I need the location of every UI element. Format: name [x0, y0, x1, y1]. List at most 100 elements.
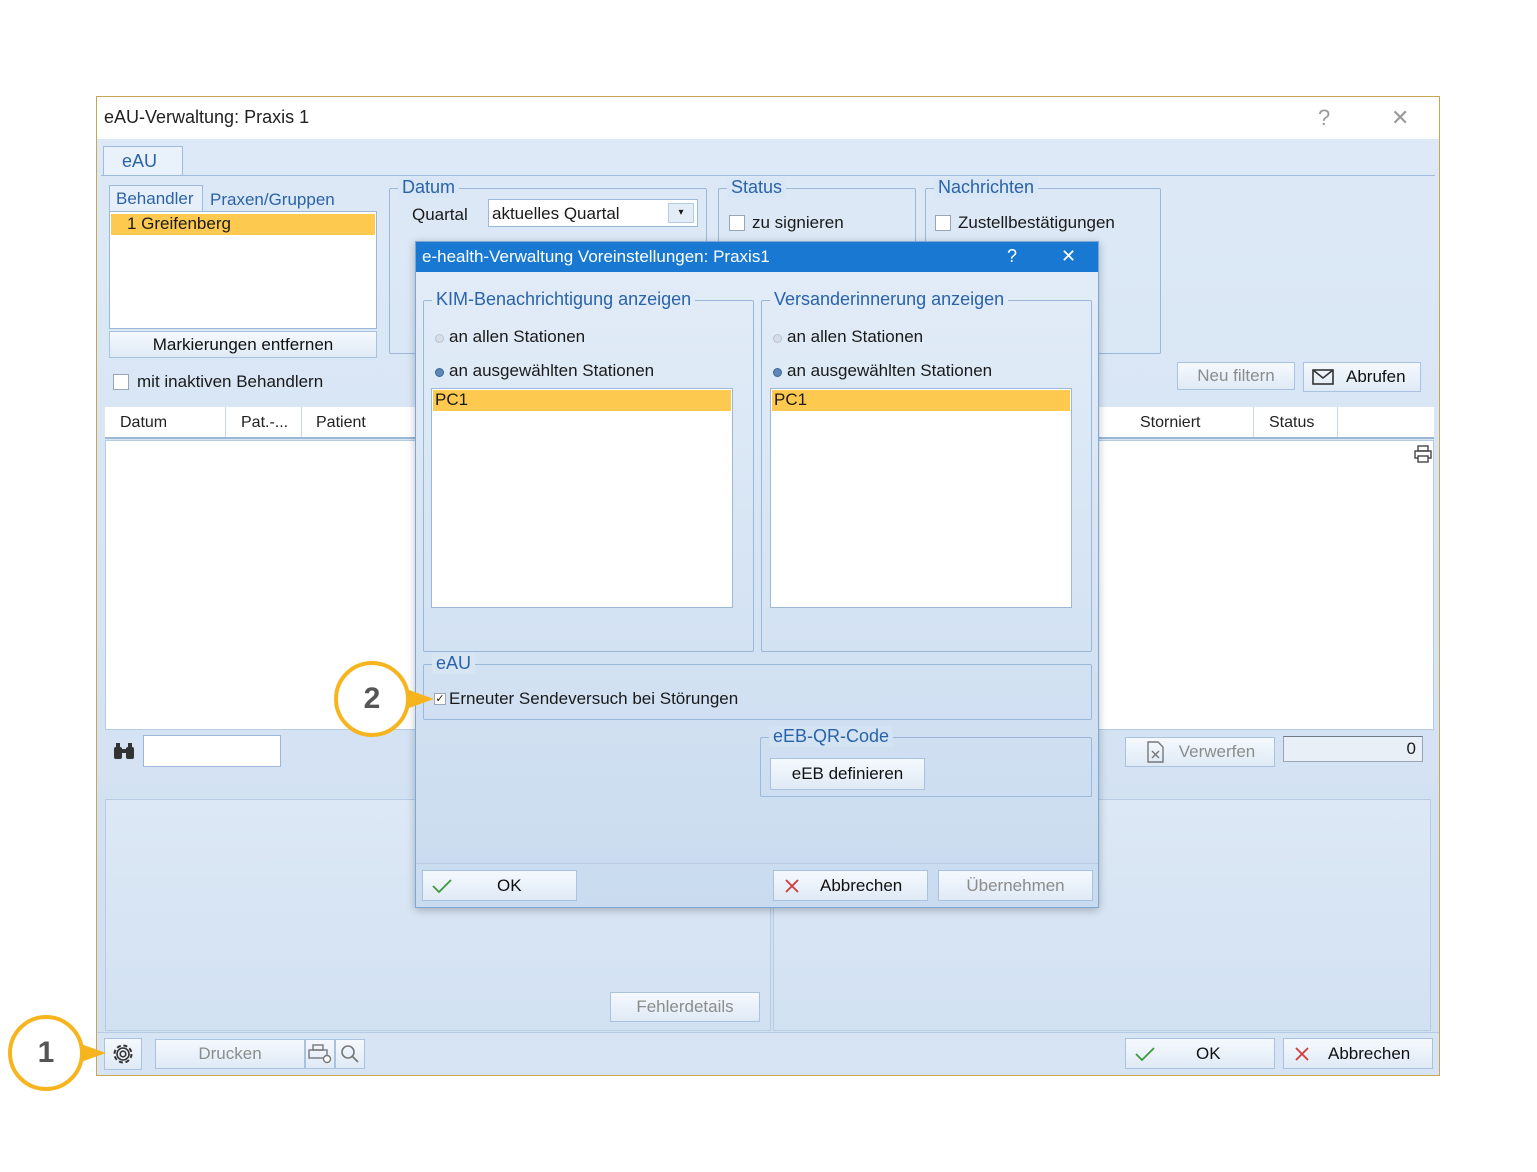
list-item[interactable]: PC1: [433, 390, 731, 411]
chevron-down-icon[interactable]: ▾: [668, 203, 694, 223]
column-separator: [1253, 407, 1254, 437]
markierungen-entfernen-label: Markierungen entfernen: [152, 334, 334, 354]
dialog-abbrechen-button[interactable]: Abbrechen: [773, 870, 928, 901]
tab-behandler-label: Behandler: [116, 189, 194, 208]
abbrechen-label: Abbrechen: [1328, 1043, 1411, 1063]
eeb-group: eEB-QR-Code eEB definieren: [760, 726, 1092, 797]
preferences-dialog: e-health-Verwaltung Voreinstellungen: Pr…: [415, 241, 1099, 908]
inactive-behandler-checkbox[interactable]: [113, 374, 129, 390]
versand-selected-label: an ausgewählten Stationen: [787, 361, 993, 380]
verwerfen-label: Verwerfen: [1178, 742, 1256, 761]
quartal-select[interactable]: aktuelles Quartal ▾: [488, 199, 698, 227]
fehlerdetails-button[interactable]: Fehlerdetails: [610, 992, 760, 1022]
kim-all-radio[interactable]: [435, 334, 444, 343]
zu-signieren-checkbox[interactable]: [729, 215, 745, 231]
print-settings-button[interactable]: [305, 1039, 335, 1069]
window-title: eAU-Verwaltung: Praxis 1: [104, 107, 310, 127]
versand-all-label: an allen Stationen: [787, 327, 924, 346]
table-header-right: Storniert Status: [1099, 407, 1434, 439]
status-legend: Status: [727, 177, 787, 198]
nachrichten-legend: Nachrichten: [934, 177, 1039, 198]
column-patient[interactable]: Patient: [316, 414, 366, 432]
printer-icon[interactable]: [1414, 445, 1432, 463]
markierungen-entfernen-button[interactable]: Markierungen entfernen: [109, 331, 377, 358]
help-icon[interactable]: ?: [1318, 105, 1330, 131]
column-separator: [225, 407, 226, 437]
dialog-divider: [416, 863, 1098, 864]
table-header-left: Datum Pat.-... Patient: [105, 407, 435, 439]
behandler-list[interactable]: 1 Greifenberg: [109, 211, 377, 329]
column-pat-nr[interactable]: Pat.-...: [241, 414, 288, 432]
abrufen-label: Abrufen: [1346, 367, 1406, 386]
kim-station-list[interactable]: PC1: [431, 388, 733, 608]
printer-settings-icon: [308, 1044, 332, 1064]
quartal-value: aktuelles Quartal: [492, 204, 620, 223]
print-preview-button[interactable]: [335, 1039, 365, 1069]
checkmark-icon: [432, 878, 452, 893]
versand-station-list[interactable]: PC1: [770, 388, 1072, 608]
binoculars-icon[interactable]: [113, 742, 135, 760]
versand-legend: Versanderinnerung anzeigen: [770, 289, 1009, 310]
neu-filtern-button[interactable]: Neu filtern: [1177, 362, 1295, 390]
quartal-label: Quartal: [412, 205, 468, 224]
dialog-help-icon[interactable]: ?: [1007, 246, 1017, 267]
tab-eau-label: eAU: [122, 151, 158, 171]
abbrechen-button[interactable]: Abbrechen: [1283, 1038, 1433, 1069]
dialog-uebernehmen-label: Übernehmen: [966, 875, 1065, 895]
checkmark-icon: [1135, 1046, 1155, 1061]
kim-all-label: an allen Stationen: [449, 327, 586, 346]
title-bar: eAU-Verwaltung: Praxis 1 ? ✕: [97, 97, 1439, 139]
magnifier-icon: [341, 1045, 359, 1063]
dialog-abbrechen-label: Abbrechen: [820, 875, 903, 895]
dialog-uebernehmen-button[interactable]: Übernehmen: [938, 870, 1093, 901]
search-input[interactable]: [143, 735, 281, 767]
callout-1: 1: [8, 1015, 84, 1091]
versand-group: Versanderinnerung anzeigen an allen Stat…: [761, 289, 1092, 652]
tab-border: [101, 175, 1435, 176]
column-storniert[interactable]: Storniert: [1140, 414, 1200, 432]
column-status[interactable]: Status: [1269, 414, 1314, 432]
kim-selected-label: an ausgewählten Stationen: [449, 361, 655, 380]
column-separator: [301, 407, 302, 437]
cross-icon: [785, 878, 799, 893]
datum-legend: Datum: [398, 177, 460, 198]
kim-selected-radio[interactable]: [435, 368, 444, 377]
versand-selected-radio[interactable]: [773, 368, 782, 377]
list-item[interactable]: PC1: [772, 390, 1070, 411]
tab-praxen-gruppen[interactable]: Praxen/Gruppen: [210, 190, 335, 210]
dialog-title-bar: e-health-Verwaltung Voreinstellungen: Pr…: [416, 242, 1098, 272]
dialog-ok-button[interactable]: OK: [422, 870, 577, 901]
eeb-definieren-label: eEB definieren: [791, 764, 904, 783]
column-separator: [1337, 407, 1338, 437]
retry-label: Erneuter Sendeversuch bei Störungen: [449, 689, 739, 708]
zu-signieren-label: zu signieren: [752, 213, 844, 232]
ok-button[interactable]: OK: [1125, 1038, 1275, 1069]
ok-label: OK: [1196, 1043, 1221, 1063]
fehlerdetails-label: Fehlerdetails: [636, 997, 734, 1016]
kim-group: KIM-Benachrichtigung anzeigen an allen S…: [423, 289, 754, 652]
envelope-icon: [1312, 369, 1334, 385]
eeb-definieren-button[interactable]: eEB definieren: [770, 758, 925, 790]
drucken-button[interactable]: Drucken: [155, 1039, 305, 1069]
tab-behandler[interactable]: Behandler: [109, 185, 203, 213]
dialog-close-icon[interactable]: ✕: [1061, 246, 1076, 267]
drucken-label: Drucken: [198, 1044, 262, 1063]
eeb-legend: eEB-QR-Code: [769, 726, 894, 747]
abrufen-button[interactable]: Abrufen: [1303, 362, 1421, 392]
versand-all-radio[interactable]: [773, 334, 782, 343]
close-icon[interactable]: ✕: [1391, 105, 1409, 131]
gear-icon: [113, 1044, 133, 1064]
eau-legend: eAU: [432, 653, 476, 674]
zustellbestaetigungen-label: Zustellbestätigungen: [958, 213, 1115, 232]
dialog-title: e-health-Verwaltung Voreinstellungen: Pr…: [422, 247, 770, 266]
counter-field: 0: [1283, 736, 1423, 762]
dialog-ok-label: OK: [497, 875, 522, 895]
callout-2: 2: [334, 661, 410, 737]
tab-eau[interactable]: eAU: [103, 146, 183, 176]
zustellbestaetigungen-checkbox[interactable]: [935, 215, 951, 231]
column-datum[interactable]: Datum: [120, 414, 167, 432]
cross-icon: [1295, 1046, 1309, 1061]
document-discard-icon: [1147, 741, 1164, 763]
list-item[interactable]: 1 Greifenberg: [111, 214, 375, 235]
verwerfen-button[interactable]: Verwerfen: [1125, 737, 1275, 767]
